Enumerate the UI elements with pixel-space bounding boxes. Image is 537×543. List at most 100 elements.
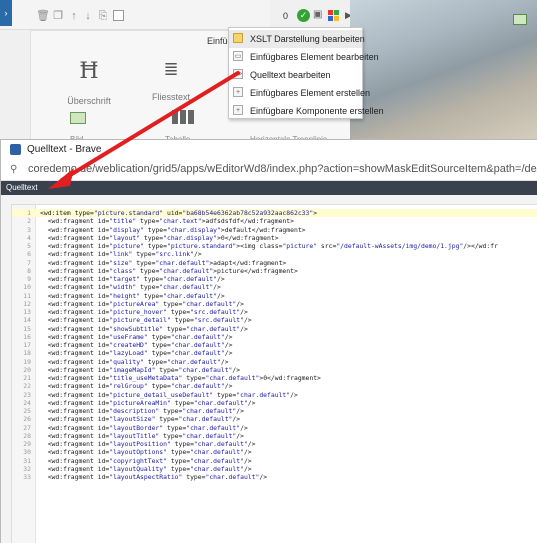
line-source[interactable]: <wd:fragment id="picture_detail_useDefau… <box>40 391 298 399</box>
copy-icon[interactable]: ❐ <box>52 10 64 22</box>
code-lines[interactable]: 1 <wd:item type="picture.standard" uid="b… <box>12 209 537 481</box>
line-source[interactable]: <wd:fragment id="showSubtitle" type="cha… <box>40 325 248 333</box>
line-source[interactable]: <wd:fragment id="pictureArea" type="char… <box>40 300 244 308</box>
line-source[interactable]: <wd:fragment id="layoutAspectRatio" type… <box>40 473 267 481</box>
line-source[interactable]: <wd:fragment id="layoutPosition" type="c… <box>40 440 256 448</box>
line-source[interactable]: <wd:fragment id="description" type="char… <box>40 407 244 415</box>
line-number: 14 <box>23 316 31 325</box>
code-line[interactable]: 28 <wd:fragment id="layoutTitle" type="c… <box>12 432 537 440</box>
code-line[interactable]: 17 <wd:fragment id="createHD" type="char… <box>12 341 537 349</box>
code-line[interactable]: 22 <wd:fragment id="relGroup" type="char… <box>12 382 537 390</box>
line-source[interactable]: <wd:item type="picture.standard" uid="ba… <box>40 209 317 217</box>
line-source[interactable]: <wd:fragment id="createHD" type="char.de… <box>40 341 233 349</box>
code-line[interactable]: 5 <wd:fragment id="picture" type="pictur… <box>12 242 537 250</box>
line-source[interactable]: <wd:fragment id="display" type="char.dis… <box>40 226 306 234</box>
window-titlebar: Quelltext - Brave <box>1 140 537 160</box>
line-source[interactable]: <wd:fragment id="layoutBorder" type="cha… <box>40 424 248 432</box>
code-line[interactable]: 14 <wd:fragment id="picture_detail" type… <box>12 316 537 324</box>
line-source[interactable]: <wd:fragment id="picture" type="picture.… <box>40 242 498 250</box>
code-line[interactable]: 9 <wd:fragment id="target" type="char.de… <box>12 275 537 283</box>
image-badge-icon[interactable] <box>513 14 527 25</box>
menu-item-xslt[interactable]: XSLT Darstellung bearbeiten <box>229 30 365 48</box>
code-line[interactable]: 7 <wd:fragment id="size" type="char.defa… <box>12 259 537 267</box>
line-source[interactable]: <wd:fragment id="useFrame" type="char.de… <box>40 333 233 341</box>
site-settings-icon[interactable]: ⚲ <box>10 164 17 175</box>
line-number: 22 <box>23 382 31 391</box>
line-source[interactable]: <wd:fragment id="layoutSize" type="char.… <box>40 415 240 423</box>
code-line[interactable]: 6 <wd:fragment id="link" type="src.link"… <box>12 250 537 258</box>
code-line[interactable]: 20 <wd:fragment id="imageMapId" type="ch… <box>12 366 537 374</box>
code-line[interactable]: 11 <wd:fragment id="height" type="char.d… <box>12 292 537 300</box>
image-toggle-icon[interactable]: ▣ <box>313 9 322 20</box>
code-line[interactable]: 31 <wd:fragment id="copyrightText" type=… <box>12 457 537 465</box>
line-source[interactable]: <wd:fragment id="pictureAreaMin" type="c… <box>40 399 256 407</box>
line-number: 20 <box>23 365 31 374</box>
line-source[interactable]: <wd:fragment id="width" type="char.defau… <box>40 283 221 291</box>
line-source[interactable]: <wd:fragment id="relGroup" type="char.de… <box>40 382 233 390</box>
line-source[interactable]: <wd:fragment id="class" type="char.defau… <box>40 267 298 275</box>
code-line[interactable]: 19 <wd:fragment id="quality" type="char.… <box>12 358 537 366</box>
address-bar[interactable]: ⚲ coredemo.de/weblication/grid5/apps/wEd… <box>1 160 537 181</box>
menu-item-create-component[interactable]: + Einfügbare Komponente erstellen <box>229 102 384 120</box>
code-line[interactable]: 4 <wd:fragment id="layout" type="char.di… <box>12 234 537 242</box>
line-number: 25 <box>23 407 31 415</box>
trash-icon[interactable]: 🗑 <box>36 10 50 22</box>
code-line[interactable]: 21 <wd:fragment id="title_useMetaData" t… <box>12 374 537 382</box>
code-line[interactable]: 30 <wd:fragment id="layoutOptions" type=… <box>12 448 537 456</box>
line-source[interactable]: <wd:fragment id="layoutTitle" type="char… <box>40 432 244 440</box>
expand-panel-button[interactable]: › <box>0 0 12 26</box>
code-line[interactable]: 8 <wd:fragment id="class" type="char.def… <box>12 267 537 275</box>
arrow-down-icon[interactable]: ↓ <box>82 10 94 22</box>
code-line[interactable]: 3 <wd:fragment id="display" type="char.d… <box>12 226 537 234</box>
line-source[interactable]: <wd:fragment id="picture_hover" type="sr… <box>40 308 248 316</box>
paste-icon[interactable]: ⎘ <box>97 10 109 22</box>
code-line[interactable]: 33 <wd:fragment id="layoutAspectRatio" t… <box>12 473 537 481</box>
menu-item-edit-source[interactable]: <> Quelltext bearbeiten <box>229 66 355 84</box>
code-line[interactable]: 24 <wd:fragment id="pictureAreaMin" type… <box>12 399 537 407</box>
check-icon[interactable]: ✓ <box>297 9 310 22</box>
tab-source[interactable]: Quelltext <box>6 183 38 192</box>
line-source[interactable]: <wd:fragment id="height" type="char.defa… <box>40 292 225 300</box>
code-line[interactable]: 23 <wd:fragment id="picture_detail_useDe… <box>12 391 537 399</box>
line-source[interactable]: <wd:fragment id="lazyLoad" type="char.de… <box>40 349 233 357</box>
line-number: 33 <box>23 473 31 481</box>
line-source[interactable]: <wd:fragment id="picture_detail" type="s… <box>40 316 252 324</box>
line-number: 16 <box>23 332 31 341</box>
line-source[interactable]: <wd:fragment id="link" type="src.link"/> <box>40 250 202 258</box>
tile-text[interactable]: ≣ Fliesstext <box>141 59 201 102</box>
url-text[interactable]: coredemo.de/weblication/grid5/apps/wEdit… <box>28 163 537 175</box>
menu-item-create-element[interactable]: + Einfügbares Element erstellen <box>229 84 370 102</box>
code-line[interactable]: 1 <wd:item type="picture.standard" uid="b… <box>12 209 537 218</box>
grid-colors-icon[interactable] <box>328 10 340 22</box>
line-source[interactable]: <wd:fragment id="size" type="char.defaul… <box>40 259 287 267</box>
code-line[interactable]: 26 <wd:fragment id="layoutSize" type="ch… <box>12 415 537 423</box>
select-checkbox[interactable] <box>113 10 124 21</box>
code-line[interactable]: 27 <wd:fragment id="layoutBorder" type="… <box>12 424 537 432</box>
code-line[interactable]: 13 <wd:fragment id="picture_hover" type=… <box>12 308 537 316</box>
line-source[interactable]: <wd:fragment id="title" type="char.text"… <box>40 217 294 225</box>
line-number: 8 <box>27 266 31 275</box>
code-line[interactable]: 32 <wd:fragment id="layoutQuality" type=… <box>12 465 537 473</box>
line-source[interactable]: <wd:fragment id="layoutQuality" type="ch… <box>40 465 252 473</box>
line-source[interactable]: <wd:fragment id="quality" type="char.def… <box>40 358 229 366</box>
line-number: 21 <box>23 374 31 382</box>
code-line[interactable]: 29 <wd:fragment id="layoutPosition" type… <box>12 440 537 448</box>
code-line[interactable]: 10 <wd:fragment id="width" type="char.de… <box>12 283 537 291</box>
line-source[interactable]: <wd:fragment id="layout" type="char.disp… <box>40 234 279 242</box>
line-source[interactable]: <wd:fragment id="copyrightText" type="ch… <box>40 457 252 465</box>
line-source[interactable]: <wd:fragment id="target" type="char.defa… <box>40 275 225 283</box>
code-line[interactable]: 2 <wd:fragment id="title" type="char.tex… <box>12 217 537 225</box>
code-line[interactable]: 25 <wd:fragment id="description" type="c… <box>12 407 537 415</box>
tile-heading[interactable]: Ħ Überschrift <box>59 59 119 106</box>
code-line[interactable]: 18 <wd:fragment id="lazyLoad" type="char… <box>12 349 537 357</box>
line-number: 9 <box>27 275 31 283</box>
arrow-up-icon[interactable]: ↑ <box>68 10 80 22</box>
code-editor[interactable]: 1 <wd:item type="picture.standard" uid="b… <box>11 204 537 543</box>
menu-item-edit-element[interactable]: ▭ Einfügbares Element bearbeiten <box>229 48 379 66</box>
code-line[interactable]: 12 <wd:fragment id="pictureArea" type="c… <box>12 300 537 308</box>
code-line[interactable]: 16 <wd:fragment id="useFrame" type="char… <box>12 333 537 341</box>
line-source[interactable]: <wd:fragment id="title_useMetaData" type… <box>40 374 321 382</box>
line-source[interactable]: <wd:fragment id="layoutOptions" type="ch… <box>40 448 252 456</box>
line-source[interactable]: <wd:fragment id="imageMapId" type="char.… <box>40 366 240 374</box>
code-line[interactable]: 15 <wd:fragment id="showSubtitle" type="… <box>12 325 537 333</box>
